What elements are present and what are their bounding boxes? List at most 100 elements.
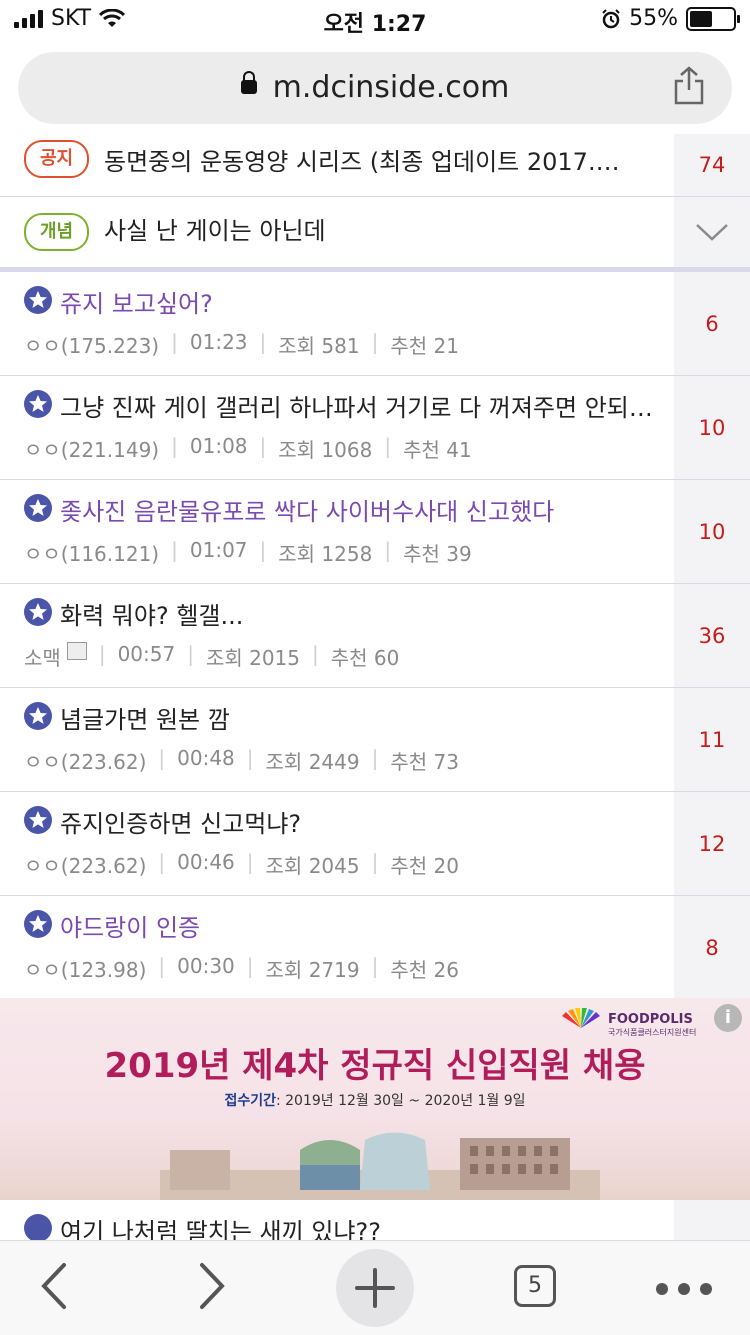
notice-tag: 공지 [24,140,90,178]
post-recommend: 추천 26 [390,958,459,982]
star-icon [24,806,52,834]
expand-column[interactable] [674,197,750,267]
comment-count: 8 [674,896,750,999]
ad-info-icon[interactable]: i [714,1004,742,1032]
comment-count: 10 [674,376,750,479]
post-views: 조회 2015 [205,646,301,670]
more-icon[interactable] [656,1283,712,1295]
post-author: ㅇㅇ(223.62) [24,854,147,878]
comment-count: 6 [674,272,750,375]
post-title: 야드랑이 인증 [60,914,201,942]
list-item[interactable]: 야드랑이 인증 ㅇㅇ(123.98) | 00:30 | 조회 2719 | 추… [0,896,750,1000]
post-time: 00:46 [177,850,235,874]
star-icon [24,494,52,522]
post-title: 쥬지 보고싶어? [60,290,213,318]
post-recommend: 추천 39 [403,542,472,566]
concept-title: 사실 난 게이는 아닌데 [104,217,326,245]
list-item[interactable]: 그냥 진짜 게이 갤러리 하나파서 거기로 다 꺼져주면 안되… ㅇㅇ(221.… [0,376,750,480]
comment-count: 12 [674,792,750,895]
post-views: 조회 2719 [265,958,360,982]
post-views: 조회 1068 [278,438,373,462]
notice-title: 동면중의 운동영양 시리즈 (최종 업데이트 2017.… [104,148,620,176]
alarm-icon [602,8,620,28]
comment-count: 11 [674,688,750,791]
forward-icon[interactable] [198,1261,228,1311]
post-views: 조회 2449 [265,750,360,774]
battery-percent: 55% [629,6,678,31]
post-title: 쥬지인증하면 신고먹냐? [60,810,302,838]
post-author: ㅇㅇ(123.98) [24,958,147,982]
post-meta: ㅇㅇ(116.121) | 01:07 | 조회 1258 | 추천 39 [24,538,472,566]
list-item[interactable]: 념글가면 원본 깜 ㅇㅇ(223.62) | 00:48 | 조회 2449 |… [0,688,750,792]
ad-period: 접수기간: 2019년 12월 30일 ~ 2020년 1월 9일 [0,1090,750,1110]
list-item[interactable]: 쥬지 보고싶어? ㅇㅇ(175.223) | 01:23 | 조회 581 | … [0,272,750,376]
ad-headline: 2019년 제4차 정규직 신입직원 채용 [104,1046,646,1086]
share-icon[interactable] [672,66,706,106]
list-item[interactable]: 화력 뭐야? 헬갤... 소맥 | 00:57 | 조회 2015 | 추천 6… [0,584,750,688]
post-author: 소맥 [24,646,61,670]
notice-row[interactable]: 공지 동면중의 운동영양 시리즈 (최종 업데이트 2017.… 74 [0,134,750,197]
post-meta: ㅇㅇ(223.62) | 00:48 | 조회 2449 | 추천 73 [24,746,459,774]
comment-count-column [674,1200,750,1240]
post-meta: ㅇㅇ(175.223) | 01:23 | 조회 581 | 추천 21 [24,330,459,358]
list-item[interactable]: 여기 나처럼 딸치는 새끼 있냐?? [0,1200,750,1240]
period-label: 접수기간 [224,1093,276,1109]
post-author: ㅇㅇ(221.149) [24,438,160,462]
comment-count: 74 [674,134,750,196]
star-icon [24,390,52,418]
brand-name: FOODPOLIS [608,1012,693,1027]
post-time: 00:48 [177,746,235,770]
post-meta: ㅇㅇ(221.149) | 01:08 | 조회 1068 | 추천 41 [24,434,472,462]
post-author: ㅇㅇ(175.223) [24,334,160,358]
post-recommend: 추천 60 [330,646,400,670]
foodpolis-logo-icon [562,1008,600,1028]
chevron-down-icon[interactable] [695,222,729,242]
post-recommend: 추천 21 [390,334,459,358]
status-bar: SKT 오전 1:27 55% [0,0,750,40]
address-bar[interactable]: m.dcinside.com [18,52,732,124]
star-icon [24,910,52,938]
post-recommend: 추천 73 [390,750,459,774]
post-author: ㅇㅇ(116.121) [24,542,160,566]
post-views: 조회 2045 [265,854,360,878]
post-views: 조회 1258 [278,542,373,566]
list-item[interactable]: 쥬지인증하면 신고먹냐? ㅇㅇ(223.62) | 00:46 | 조회 204… [0,792,750,896]
star-icon [24,1214,52,1240]
ad-banner[interactable]: FOODPOLIS 국가식품클러스터지원센터 i 2019년 제4차 정규직 신… [0,998,750,1200]
tabs-button[interactable]: 5 [514,1265,556,1307]
post-time: 01:08 [189,434,248,458]
concept-row[interactable]: 개념 사실 난 게이는 아닌데 [0,197,750,268]
period-text: : 2019년 12월 30일 ~ 2020년 1월 9일 [275,1093,526,1109]
post-title: 그냥 진짜 게이 갤러리 하나파서 거기로 다 꺼져주면 안되… [60,394,650,422]
star-icon [24,598,52,626]
post-time: 01:07 [189,538,248,562]
post-time: 00:57 [117,642,176,666]
post-time: 01:23 [189,330,248,354]
battery-icon [686,6,740,31]
post-title: 화력 뭐야? 헬갤... [60,602,244,630]
browser-toolbar: 5 [0,1240,750,1335]
post-author: ㅇㅇ(223.62) [24,750,147,774]
back-icon[interactable] [38,1261,68,1311]
ad-brand: FOODPOLIS 국가식품클러스터지원센터 [608,1012,696,1038]
building-illustration [160,1132,600,1200]
new-tab-button[interactable] [336,1249,414,1327]
list-item[interactable]: 좆사진 음란물유포로 싹다 사이버수사대 신고했다 ㅇㅇ(116.121) | … [0,480,750,584]
lock-icon [240,70,257,94]
post-title: 념글가면 원본 깜 [60,706,230,734]
post-meta: ㅇㅇ(123.98) | 00:30 | 조회 2719 | 추천 26 [24,954,459,982]
post-views: 조회 581 [278,334,360,358]
post-recommend: 추천 20 [390,854,459,878]
comment-count: 36 [674,584,750,687]
post-meta: 소맥 | 00:57 | 조회 2015 | 추천 60 [24,642,400,670]
post-recommend: 추천 41 [403,438,472,462]
post-title: 좆사진 음란물유포로 싹다 사이버수사대 신고했다 [60,498,555,526]
post-time: 00:30 [177,954,235,978]
star-icon [24,702,52,730]
image-icon [66,642,87,660]
post-list: 공지 동면중의 운동영양 시리즈 (최종 업데이트 2017.… 74 개념 사… [0,134,750,1000]
concept-tag: 개념 [24,213,90,251]
star-icon [24,286,52,314]
post-meta: ㅇㅇ(223.62) | 00:46 | 조회 2045 | 추천 20 [24,850,459,878]
comment-count: 10 [674,480,750,583]
